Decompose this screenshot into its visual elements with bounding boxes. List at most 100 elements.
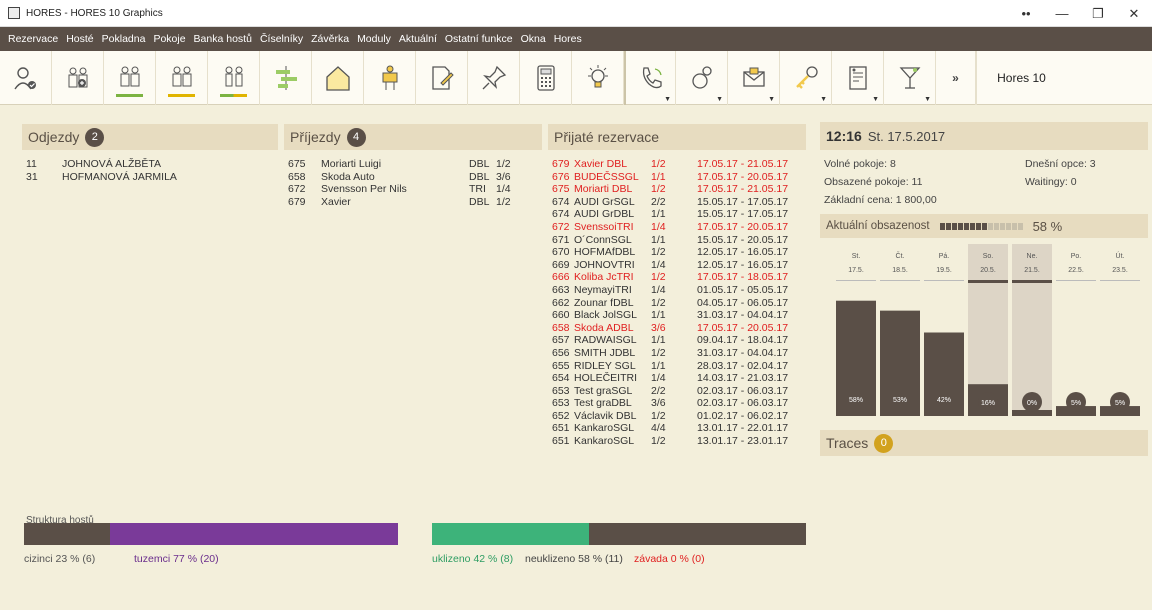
report-dropdown-icon[interactable]: ▼ [872, 96, 879, 103]
departures-header: Odjezdy 2 [22, 124, 278, 150]
occupancy-meter-segment [1005, 222, 1011, 230]
wake-up-button[interactable]: ▼ [676, 51, 728, 105]
lightbulb-button[interactable] [572, 51, 624, 105]
reservation-name: Zounar fDBL [574, 296, 634, 309]
more-button[interactable]: » [936, 51, 976, 105]
mail-button[interactable]: ▼ [728, 51, 780, 105]
table-row[interactable]: 669 JOHNOVTRI 1/4 12.05.17 - 16.05.17 [552, 259, 788, 272]
table-row[interactable]: 657 RADWAISGL 1/1 09.04.17 - 18.04.17 [552, 334, 788, 347]
menu-okna[interactable]: Okna [521, 33, 546, 45]
reservation-name: Black JolSGL [574, 309, 638, 322]
menu-moduly[interactable]: Moduly [357, 33, 391, 45]
reservation-name: AUDI GrDBL [574, 208, 635, 221]
reservation-dates: 17.05.17 - 21.05.17 [697, 158, 789, 170]
data-label: 0% [1027, 400, 1037, 407]
column-separator [968, 280, 1008, 283]
table-row[interactable]: 672 SvenssoiTRI 1/4 17.05.17 - 20.05.17 [552, 221, 788, 234]
guests-green-button[interactable] [104, 51, 156, 105]
bar-glass-button[interactable]: ▼ [884, 51, 936, 105]
table-row[interactable]: 670 HOFMAfDBL 1/2 12.05.17 - 16.05.17 [552, 246, 788, 259]
reservation-dates: 31.03.17 - 04.04.17 [697, 309, 789, 322]
menu-rezervace[interactable]: Rezervace [8, 33, 58, 45]
restore-size-button[interactable]: •• [1008, 0, 1044, 27]
date-label: 19.5. [936, 267, 952, 274]
table-row[interactable]: 655 RIDLEY SGL 1/1 28.03.17 - 02.04.17 [552, 360, 788, 373]
pair-underline [220, 94, 247, 97]
table-row[interactable]: 675 Moriarti DBL 1/2 17.05.17 - 21.05.17 [552, 183, 788, 196]
table-row[interactable]: 654 HOLEČEITRI 1/4 14.03.17 - 21.03.17 [552, 372, 788, 385]
pin-button[interactable] [468, 51, 520, 105]
list-item[interactable]: 31 HOFMANOVÁ JARMILA [26, 171, 177, 184]
table-row[interactable]: 653 Test graSGL 2/2 02.03.17 - 06.03.17 [552, 385, 788, 398]
list-item[interactable]: 672 Svensson Per Nils TRI 1/4 [288, 183, 511, 196]
reservation-dates: 17.05.17 - 18.05.17 [697, 271, 789, 284]
reservation-name: HOFMAfDBL [574, 246, 636, 259]
cleaned-segment [432, 523, 590, 545]
reservation-occ: 2/2 [651, 195, 666, 208]
table-row[interactable]: 658 Skoda ADBL 3/6 17.05.17 - 20.05.17 [552, 322, 788, 335]
timeline-icon [275, 66, 297, 90]
menu-banka-hostu[interactable]: Banka hostů [194, 33, 252, 45]
reservation-occ: 1/2 [651, 435, 666, 448]
table-row[interactable]: 651 KankaroSGL 4/4 13.01.17 - 22.01.17 [552, 422, 788, 435]
minimize-button[interactable]: — [1044, 0, 1080, 27]
menu-pokladna[interactable]: Pokladna [102, 33, 146, 45]
table-row[interactable]: 662 Zounar fDBL 1/2 04.05.17 - 06.05.17 [552, 297, 788, 310]
menu-aktualni[interactable]: Aktuální [399, 33, 437, 45]
reservation-name: Skoda ADBL [574, 321, 634, 334]
guests-yellow-button[interactable] [156, 51, 208, 105]
calculator-button[interactable] [520, 51, 572, 105]
list-item[interactable]: 658 Skoda Auto DBL 3/6 [288, 171, 511, 184]
traces-header: Traces 0 [820, 430, 1148, 456]
table-row[interactable]: 671 O´ConnSGL 1/1 15.05.17 - 20.05.17 [552, 234, 788, 247]
reservation-occ: 1/4 [651, 258, 666, 271]
phone-dropdown-icon[interactable]: ▼ [664, 96, 671, 103]
menu-ciselniky[interactable]: Číselníky [260, 33, 303, 45]
table-row[interactable]: 653 Test graDBL 3/6 02.03.17 - 06.03.17 [552, 397, 788, 410]
table-row[interactable]: 666 Koliba JcTRI 1/2 17.05.17 - 18.05.17 [552, 271, 788, 284]
house-button[interactable] [312, 51, 364, 105]
table-row[interactable]: 656 SMITH JDBL 1/2 31.03.17 - 04.04.17 [552, 347, 788, 360]
menu-hores[interactable]: Hores [554, 33, 582, 45]
table-row[interactable]: 679 Xavier DBL 1/2 17.05.17 - 21.05.17 [552, 158, 788, 171]
table-row[interactable]: 674 AUDI GrDBL 1/1 15.05.17 - 17.05.17 [552, 208, 788, 221]
guests-pair-button[interactable] [208, 51, 260, 105]
menu-hoste[interactable]: Hosté [66, 33, 93, 45]
phone-button[interactable]: ▼ [624, 51, 676, 105]
close-button[interactable]: ✕ [1116, 0, 1152, 27]
table-row[interactable]: 652 Václavik DBL 1/2 01.02.17 - 06.02.17 [552, 410, 788, 423]
key-button[interactable]: ▼ [780, 51, 832, 105]
table-row[interactable]: 663 NeymayiTRI 1/4 01.05.17 - 05.05.17 [552, 284, 788, 297]
reservation-dates: 09.04.17 - 18.04.17 [697, 334, 789, 347]
date-label: 17.5. [848, 267, 864, 274]
occupancy-meter [939, 222, 1023, 230]
table-row[interactable]: 676 BUDEČSSGL 1/1 17.05.17 - 20.05.17 [552, 171, 788, 184]
menu-ostatni-funkce[interactable]: Ostatní funkce [445, 33, 513, 45]
table-row[interactable]: 651 KankaroSGL 1/2 13.01.17 - 23.01.17 [552, 435, 788, 448]
housekeeper-button[interactable] [364, 51, 416, 105]
table-row[interactable]: 660 Black JolSGL 1/1 31.03.17 - 04.04.17 [552, 309, 788, 322]
day-label: St. [852, 253, 861, 260]
wake-up-dropdown-icon[interactable]: ▼ [716, 96, 723, 103]
reservation-id: 670 [552, 246, 570, 259]
guest-checkin-button[interactable] [0, 51, 52, 105]
bar-glass-dropdown-icon[interactable]: ▼ [924, 96, 931, 103]
table-row[interactable]: 674 AUDI GrSGL 2/2 15.05.17 - 17.05.17 [552, 196, 788, 209]
menu-pokoje[interactable]: Pokoje [153, 33, 185, 45]
reservation-dates: 17.05.17 - 20.05.17 [697, 170, 789, 183]
mail-dropdown-icon[interactable]: ▼ [768, 96, 775, 103]
report-button[interactable]: ▼ [832, 51, 884, 105]
list-item[interactable]: 675 Moriarti Luigi DBL 1/2 [288, 158, 511, 171]
key-dropdown-icon[interactable]: ▼ [820, 96, 827, 103]
hores-10-button[interactable]: Hores 10 [976, 51, 1066, 105]
list-item[interactable]: 11 JOHNOVÁ ALŽBĚTA [26, 158, 177, 171]
edit-document-button[interactable] [416, 51, 468, 105]
list-item[interactable]: 679 Xavier DBL 1/2 [288, 196, 511, 209]
reservation-name: KankaroSGL [574, 435, 635, 448]
guest-group-button[interactable] [52, 51, 104, 105]
menu-zaverka[interactable]: Závěrka [311, 33, 349, 45]
date-label: 23.5. [1112, 267, 1128, 274]
edit-document-icon [431, 66, 454, 90]
timeline-button[interactable] [260, 51, 312, 105]
maximize-button[interactable]: ❐ [1080, 0, 1116, 27]
